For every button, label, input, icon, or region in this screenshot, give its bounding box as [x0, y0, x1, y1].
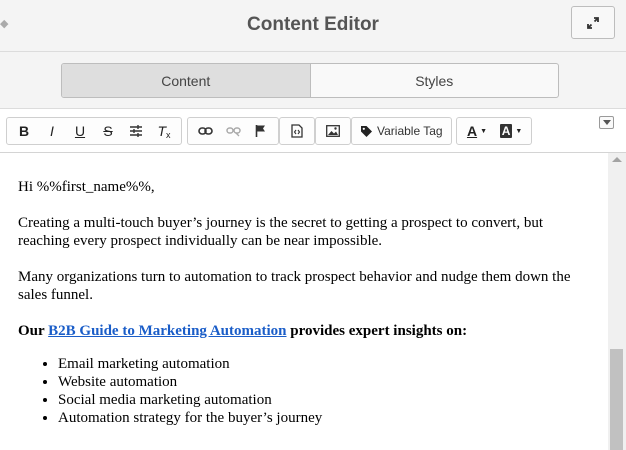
italic-button[interactable]: I — [38, 120, 66, 142]
link-icon — [197, 127, 213, 135]
source-code-icon — [291, 124, 303, 138]
scrollbar-thumb[interactable] — [610, 349, 623, 450]
scroll-up-icon[interactable] — [612, 157, 622, 162]
cta-prefix: Our — [18, 323, 49, 339]
expand-button[interactable] — [571, 6, 615, 39]
image-button[interactable] — [319, 120, 347, 142]
tab-switcher: Content Styles — [61, 63, 559, 98]
color-group: A ▼ A ▼ — [456, 117, 532, 145]
insights-list: Email marketing automation Website autom… — [40, 355, 322, 427]
variable-tag-group: Variable Tag — [351, 117, 452, 145]
cta-paragraph: Our B2B Guide to Marketing Automation pr… — [18, 322, 598, 340]
strikethrough-button[interactable]: S — [94, 120, 122, 142]
expand-arrows-icon — [587, 16, 599, 29]
toolbar-more-button[interactable] — [599, 116, 614, 129]
source-code-button[interactable] — [283, 120, 311, 142]
background-color-icon: A — [499, 124, 513, 138]
align-icon — [130, 125, 142, 137]
clear-format-icon: T — [157, 123, 167, 139]
variable-tag-button[interactable]: Variable Tag — [355, 120, 448, 142]
unlink-icon — [225, 127, 241, 137]
list-item: Social media marketing automation — [58, 391, 322, 409]
formatting-toolbar: B I U S Tx Variable Tag A ▼ A ▼ — [0, 109, 626, 153]
background-color-button[interactable]: A ▼ — [494, 120, 528, 142]
paragraph-2: Many organizations turn to automation to… — [18, 269, 571, 303]
link-button[interactable] — [191, 120, 219, 142]
anchor-flag-icon — [255, 125, 265, 137]
cta-suffix: provides expert insights on: — [286, 323, 468, 339]
scrollbar[interactable] — [608, 153, 626, 450]
list-item: Website automation — [58, 373, 322, 391]
tag-icon — [361, 125, 372, 137]
greeting-text: Hi %%first_name%%, — [18, 179, 155, 195]
unlink-button[interactable] — [219, 120, 247, 142]
link-group — [187, 117, 279, 145]
list-item: Automation strategy for the buyer’s jour… — [58, 409, 322, 427]
text-color-icon: A — [466, 123, 478, 139]
variable-tag-label: Variable Tag — [377, 124, 443, 138]
clear-format-button[interactable]: Tx — [150, 120, 178, 142]
text-format-group: B I U S Tx — [6, 117, 182, 145]
tabs-bar: Content Styles — [0, 52, 626, 109]
image-icon — [326, 125, 340, 137]
guide-link[interactable]: B2B Guide to Marketing Automation — [48, 323, 286, 339]
paragraph-1: Creating a multi-touch buyer’s journey i… — [18, 215, 543, 249]
chevron-down-icon: ▼ — [480, 127, 488, 135]
chevron-down-icon — [602, 120, 611, 125]
chevron-down-icon: ▼ — [515, 127, 523, 135]
editor-header: ◆ Content Editor — [0, 0, 626, 52]
page-title: Content Editor — [247, 14, 379, 35]
source-group — [279, 117, 315, 145]
editor-content-area[interactable]: Hi %%first_name%%, Creating a multi-touc… — [0, 153, 608, 450]
align-button[interactable] — [122, 120, 150, 142]
text-color-button[interactable]: A ▼ — [460, 120, 494, 142]
list-item: Email marketing automation — [58, 355, 322, 373]
tab-content[interactable]: Content — [62, 64, 311, 97]
image-group — [315, 117, 351, 145]
anchor-flag-button[interactable] — [247, 120, 275, 142]
bold-button[interactable]: B — [10, 120, 38, 142]
underline-button[interactable]: U — [66, 120, 94, 142]
tab-styles[interactable]: Styles — [311, 64, 559, 97]
